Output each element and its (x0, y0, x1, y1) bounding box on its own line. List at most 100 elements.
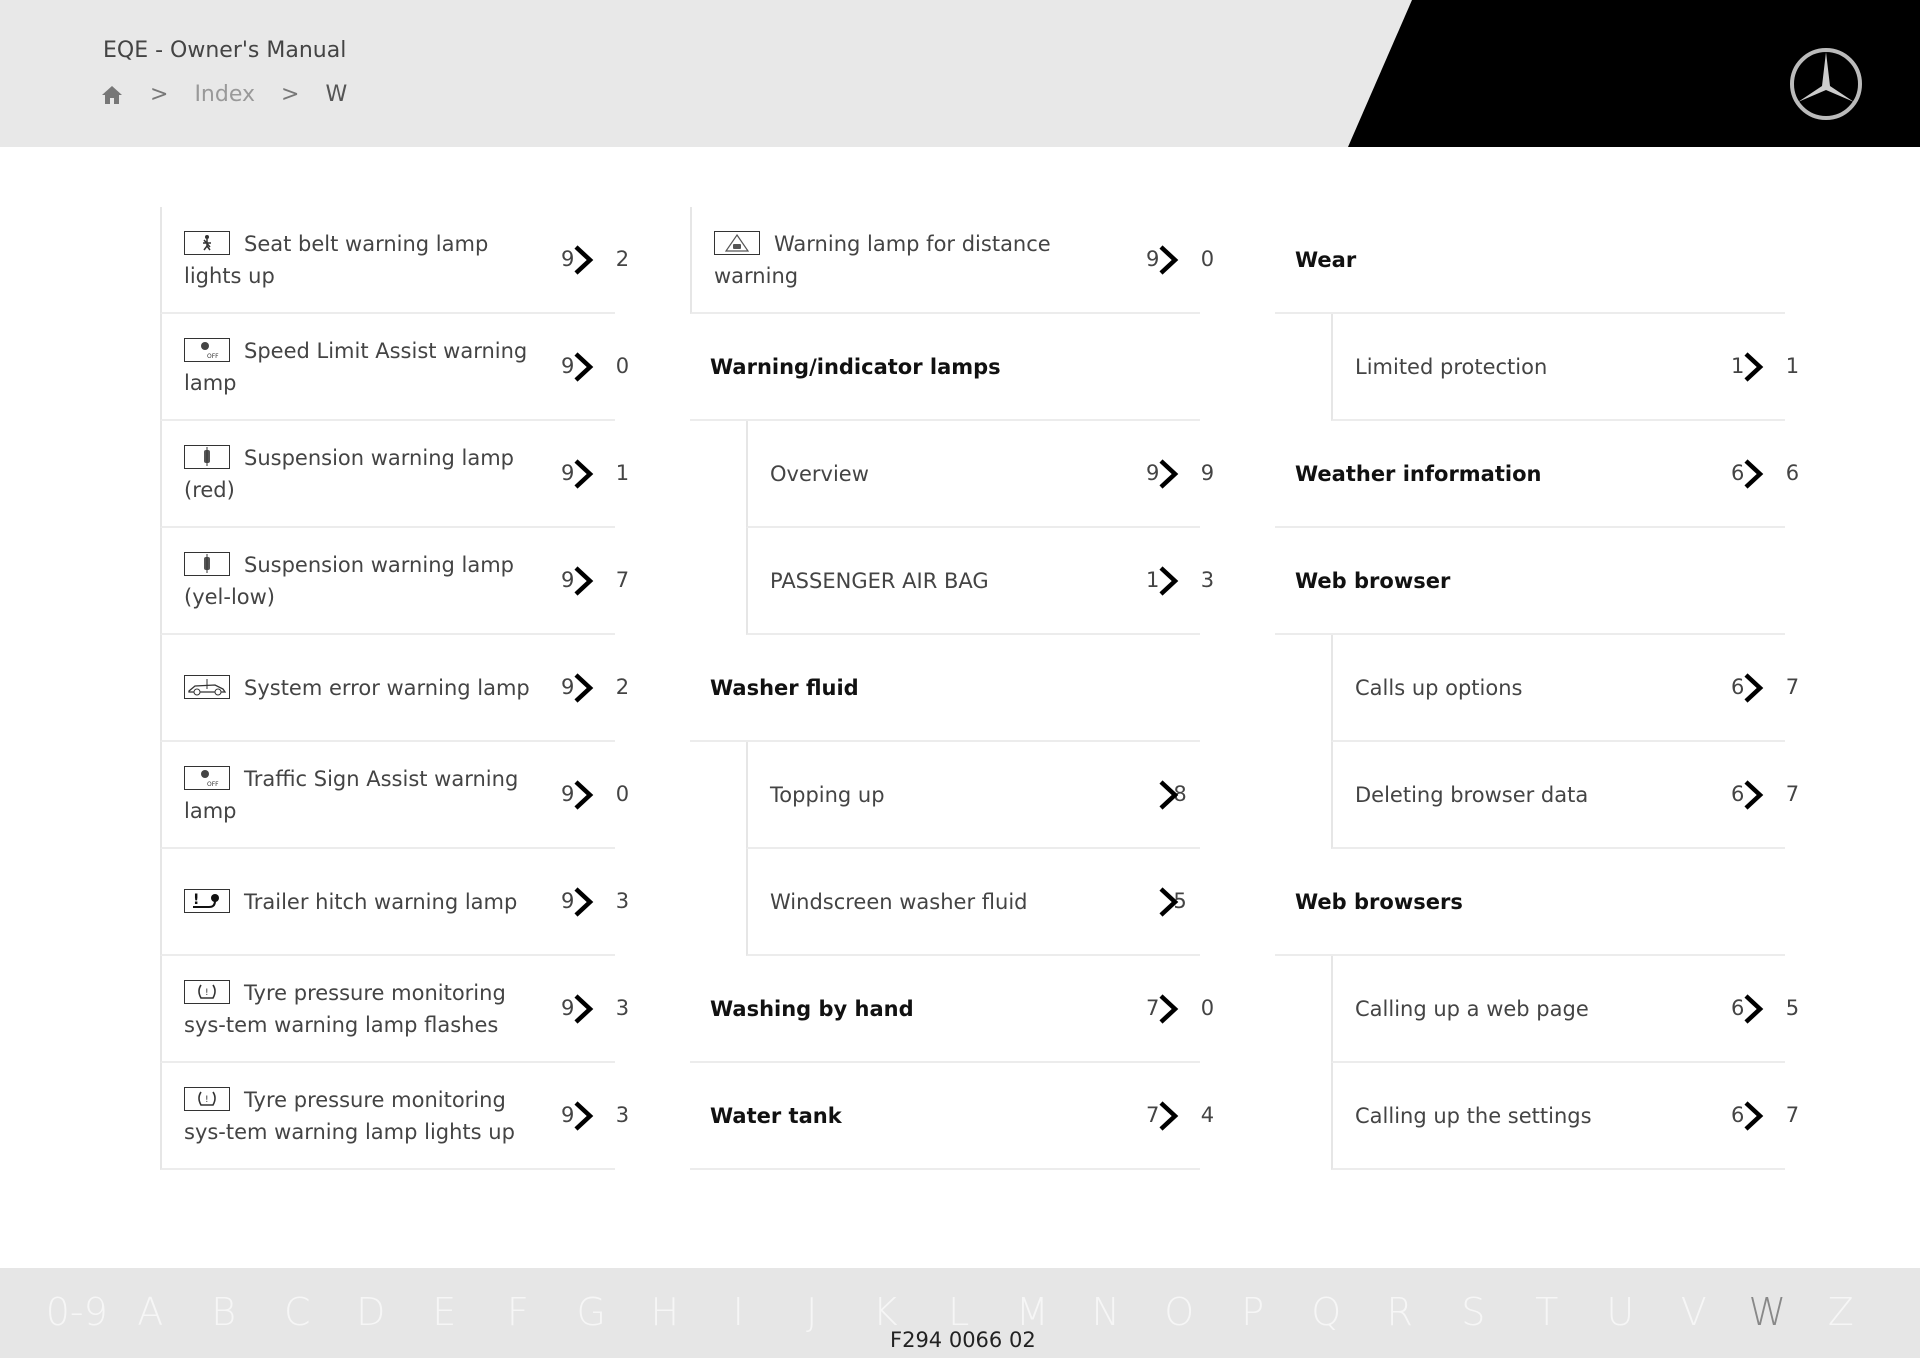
index-heading-row: Wear (1275, 207, 1785, 314)
index-entry-row[interactable]: Calls up options 607 (1331, 635, 1799, 742)
page-link[interactable]: 903 (561, 1099, 629, 1133)
chevron-right-icon (1741, 778, 1765, 812)
chevron-right-icon (571, 350, 595, 384)
home-icon[interactable] (100, 83, 124, 107)
system-error-lamp-icon (184, 674, 230, 699)
alphabet-letter[interactable]: E (408, 1290, 482, 1334)
svg-text:!: ! (193, 892, 199, 908)
page-link[interactable]: 103 (1146, 564, 1214, 598)
entry-label: Calls up options (1333, 672, 1592, 704)
entry-label: Windscreen washer fluid (748, 886, 1098, 918)
index-entry-row[interactable]: System error warning lamp 902 (160, 635, 629, 742)
alphabet-letter[interactable]: V (1657, 1290, 1731, 1334)
index-heading-row: Washer fluid (690, 635, 1200, 742)
page-link[interactable]: 903 (561, 992, 629, 1026)
page-link[interactable]: 606 (1731, 457, 1799, 491)
chevron-right-icon (1156, 457, 1180, 491)
index-entry-row[interactable]: Warning lamp for distance warning 900 (690, 207, 1214, 314)
entry-label: Water tank (710, 1100, 912, 1132)
index-heading-row[interactable]: Water tank 704 (690, 1063, 1214, 1170)
index-column-1: Seat belt warning lamp lights up902OFFSp… (160, 207, 629, 1170)
alphabet-letter[interactable]: Z (1804, 1290, 1878, 1334)
page-link[interactable]: 607 (1731, 671, 1799, 705)
page-link[interactable]: 607 (1731, 778, 1799, 812)
index-entry-row[interactable]: Topping up 08 (746, 742, 1200, 849)
index-entry-row[interactable]: PASSENGER AIR BAG 103 (746, 528, 1214, 635)
index-entry-row[interactable]: Seat belt warning lamp lights up902 (160, 207, 629, 314)
entry-label: System error warning lamp (162, 672, 600, 704)
page-link[interactable]: 05 (1146, 885, 1192, 919)
breadcrumb-current: W (325, 82, 348, 107)
page-link[interactable]: 08 (1146, 778, 1192, 812)
index-entry-row[interactable]: Windscreen washer fluid 05 (746, 849, 1200, 956)
alphabet-letter[interactable]: N (1069, 1290, 1143, 1334)
alphabet-letter[interactable]: G (555, 1290, 629, 1334)
entry-text: Tyre pressure monitoring sys-tem warning… (184, 1087, 515, 1144)
entry-text: Web browser (1295, 568, 1451, 593)
index-entry-row[interactable]: ! Tyre pressure monitoring sys-tem warnin… (160, 956, 629, 1063)
entry-text: Washer fluid (710, 675, 859, 700)
alphabet-letter[interactable]: P (1216, 1290, 1290, 1334)
alphabet-letter[interactable]: O (1143, 1290, 1217, 1334)
index-entry-row[interactable]: Deleting browser data 607 (1331, 742, 1799, 849)
alphabet-letter[interactable]: D (334, 1290, 408, 1334)
chevron-right-icon (1156, 992, 1180, 1026)
breadcrumb-index-link[interactable]: Index (194, 82, 255, 107)
index-entry-row[interactable]: OFFSpeed Limit Assist warning lamp900 (160, 314, 629, 421)
index-entry-row[interactable]: Calling up a web page 605 (1331, 956, 1799, 1063)
index-column-3: Wear Limited protection 101 Weather informa… (1275, 207, 1799, 1170)
alphabet-letter[interactable]: J (775, 1290, 849, 1334)
alphabet-letter[interactable]: T (1510, 1290, 1584, 1334)
alphabet-letter[interactable]: C (261, 1290, 335, 1334)
alphabet-letter[interactable]: F (481, 1290, 555, 1334)
page-link[interactable]: 903 (561, 885, 629, 919)
entry-label: Limited protection (1333, 351, 1617, 383)
entry-text: Calling up the settings (1355, 1103, 1592, 1128)
chevron-right-icon (1156, 243, 1180, 277)
page-link[interactable]: 101 (1731, 350, 1799, 384)
entry-label: Washer fluid (710, 672, 929, 704)
index-entry-row[interactable]: Overview 909 (746, 421, 1214, 528)
page-link[interactable]: 901 (561, 457, 629, 491)
page-link[interactable]: 907 (561, 564, 629, 598)
alphabet-letter[interactable]: S (1437, 1290, 1511, 1334)
chevron-right-icon (1741, 671, 1765, 705)
suspension-lamp-icon (184, 444, 230, 469)
index-entry-row[interactable]: OFFTraffic Sign Assist warning lamp900 (160, 742, 629, 849)
page-link[interactable]: 909 (1146, 457, 1214, 491)
index-entry-row[interactable]: Suspension warning lamp (red) 901 (160, 421, 629, 528)
alphabet-letter[interactable]: H (628, 1290, 702, 1334)
mercedes-star-logo[interactable] (1788, 46, 1864, 122)
entry-text: Calling up a web page (1355, 996, 1589, 1021)
page-link[interactable]: 700 (1146, 992, 1214, 1026)
page-link[interactable]: 902 (561, 671, 629, 705)
page-link[interactable]: 607 (1731, 1099, 1799, 1133)
page-link[interactable]: 902 (561, 243, 629, 277)
index-heading-row[interactable]: Weather information 606 (1275, 421, 1799, 528)
alphabet-letter[interactable]: R (1363, 1290, 1437, 1334)
page-link[interactable]: 704 (1146, 1099, 1214, 1133)
alphabet-letter[interactable]: U (1584, 1290, 1658, 1334)
alphabet-letter[interactable]: I (702, 1290, 776, 1334)
index-entry-row[interactable]: Calling up the settings 607 (1331, 1063, 1799, 1170)
alphabet-letter[interactable]: A (114, 1290, 188, 1334)
alphabet-letter[interactable]: W (1731, 1290, 1805, 1334)
alphabet-letter[interactable]: Q (1290, 1290, 1364, 1334)
alphabet-letter[interactable]: 0-9 (40, 1290, 114, 1334)
alphabet-letter[interactable]: B (187, 1290, 261, 1334)
page-link[interactable]: 900 (1146, 243, 1214, 277)
index-heading-row[interactable]: Washing by hand 700 (690, 956, 1214, 1063)
tyre-pressure-lamp-icon: ! (184, 1086, 230, 1111)
page-link[interactable]: 605 (1731, 992, 1799, 1026)
chevron-right-icon (1741, 457, 1765, 491)
index-entry-row[interactable]: Suspension warning lamp (yel-low) 907 (160, 528, 629, 635)
entry-label: Warning lamp for distance warning (692, 228, 1200, 292)
entry-label: Wear (1295, 244, 1426, 276)
index-entry-row[interactable]: ! Trailer hitch warning lamp 903 (160, 849, 629, 956)
page-link[interactable]: 900 (561, 350, 629, 384)
index-entry-row[interactable]: ! Tyre pressure monitoring sys-tem warnin… (160, 1063, 629, 1170)
alphabet-bar: 0-9 A B C D E F G H I J K L M N O P Q R S T U V W Z F294 0066 02 (0, 1268, 1920, 1358)
index-entry-row[interactable]: Limited protection 101 (1331, 314, 1799, 421)
page-link[interactable]: 900 (561, 778, 629, 812)
entry-label: Suspension warning lamp (red) (162, 442, 615, 506)
